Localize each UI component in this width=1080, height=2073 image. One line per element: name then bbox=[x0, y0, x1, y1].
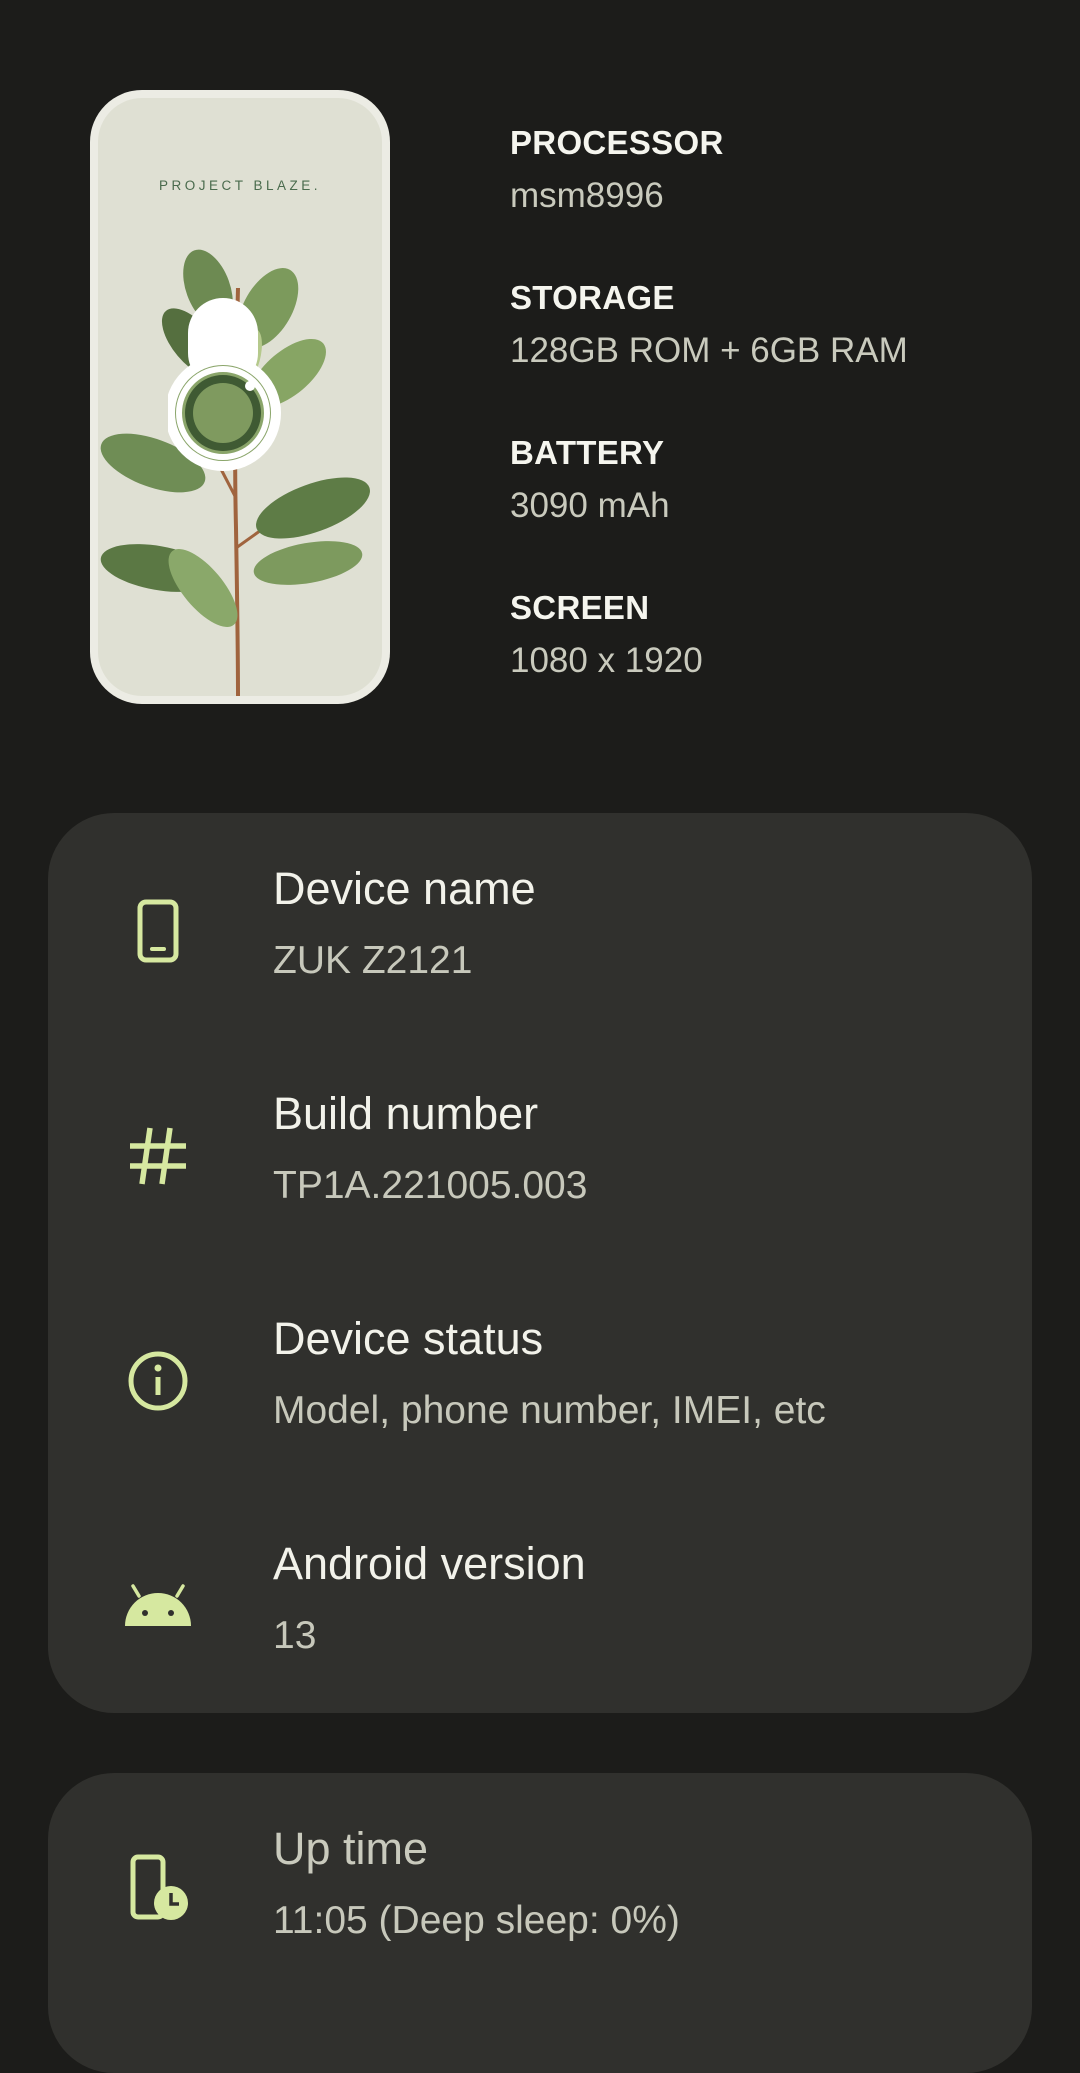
device-name-row[interactable]: Device name ZUK Z2121 bbox=[48, 813, 1032, 1038]
spec-value: 3090 mAh bbox=[510, 486, 670, 525]
android-icon bbox=[118, 1566, 198, 1646]
spec-processor: PROCESSOR msm8996 bbox=[510, 120, 1050, 275]
spec-value: 1080 x 1920 bbox=[510, 641, 703, 680]
uptime-row[interactable]: Up time 11:05 (Deep sleep: 0%) bbox=[48, 1773, 1032, 1998]
row-title: Android version bbox=[273, 1538, 586, 1589]
spec-value: 128GB ROM + 6GB RAM bbox=[510, 331, 908, 370]
device-info-card: Device name ZUK Z2121 Build number TP1A.… bbox=[48, 813, 1032, 1713]
uptime-card: Up time 11:05 (Deep sleep: 0%) bbox=[48, 1773, 1032, 2073]
spec-value: msm8996 bbox=[510, 176, 664, 215]
device-status-row[interactable]: Device status Model, phone number, IMEI,… bbox=[48, 1263, 1032, 1488]
spec-label: PROCESSOR bbox=[510, 124, 724, 161]
row-title: Device status bbox=[273, 1313, 544, 1364]
row-subtitle: ZUK Z2121 bbox=[273, 939, 473, 982]
build-number-row[interactable]: Build number TP1A.221005.003 bbox=[48, 1038, 1032, 1263]
device-preview: PROJECT BLAZE. bbox=[90, 90, 390, 704]
row-title: Up time bbox=[273, 1823, 429, 1874]
row-subtitle: TP1A.221005.003 bbox=[273, 1164, 588, 1207]
phone-clock-icon bbox=[118, 1848, 198, 1928]
spec-label: STORAGE bbox=[510, 279, 675, 316]
spec-label: SCREEN bbox=[510, 589, 650, 626]
wallpaper-preview: PROJECT BLAZE. bbox=[98, 98, 382, 696]
row-subtitle: 13 bbox=[273, 1614, 317, 1657]
row-subtitle: 11:05 (Deep sleep: 0%) bbox=[273, 1899, 680, 1942]
spec-label: BATTERY bbox=[510, 434, 665, 471]
spec-screen: SCREEN 1080 x 1920 bbox=[510, 585, 1050, 740]
row-title: Device name bbox=[273, 863, 536, 914]
hash-icon bbox=[118, 1116, 198, 1196]
lock-shape-overlay bbox=[168, 298, 281, 471]
row-subtitle: Model, phone number, IMEI, etc bbox=[273, 1389, 826, 1432]
android-version-row[interactable]: Android version 13 bbox=[48, 1488, 1032, 1713]
row-title: Build number bbox=[273, 1088, 539, 1139]
spec-storage: STORAGE 128GB ROM + 6GB RAM bbox=[510, 275, 1050, 430]
info-icon bbox=[118, 1341, 198, 1421]
brand-text: PROJECT BLAZE. bbox=[158, 178, 322, 193]
spec-battery: BATTERY 3090 mAh bbox=[510, 430, 1050, 585]
smartphone-icon bbox=[118, 891, 198, 971]
hardware-specs: PROCESSOR msm8996 STORAGE 128GB ROM + 6G… bbox=[510, 120, 1050, 740]
